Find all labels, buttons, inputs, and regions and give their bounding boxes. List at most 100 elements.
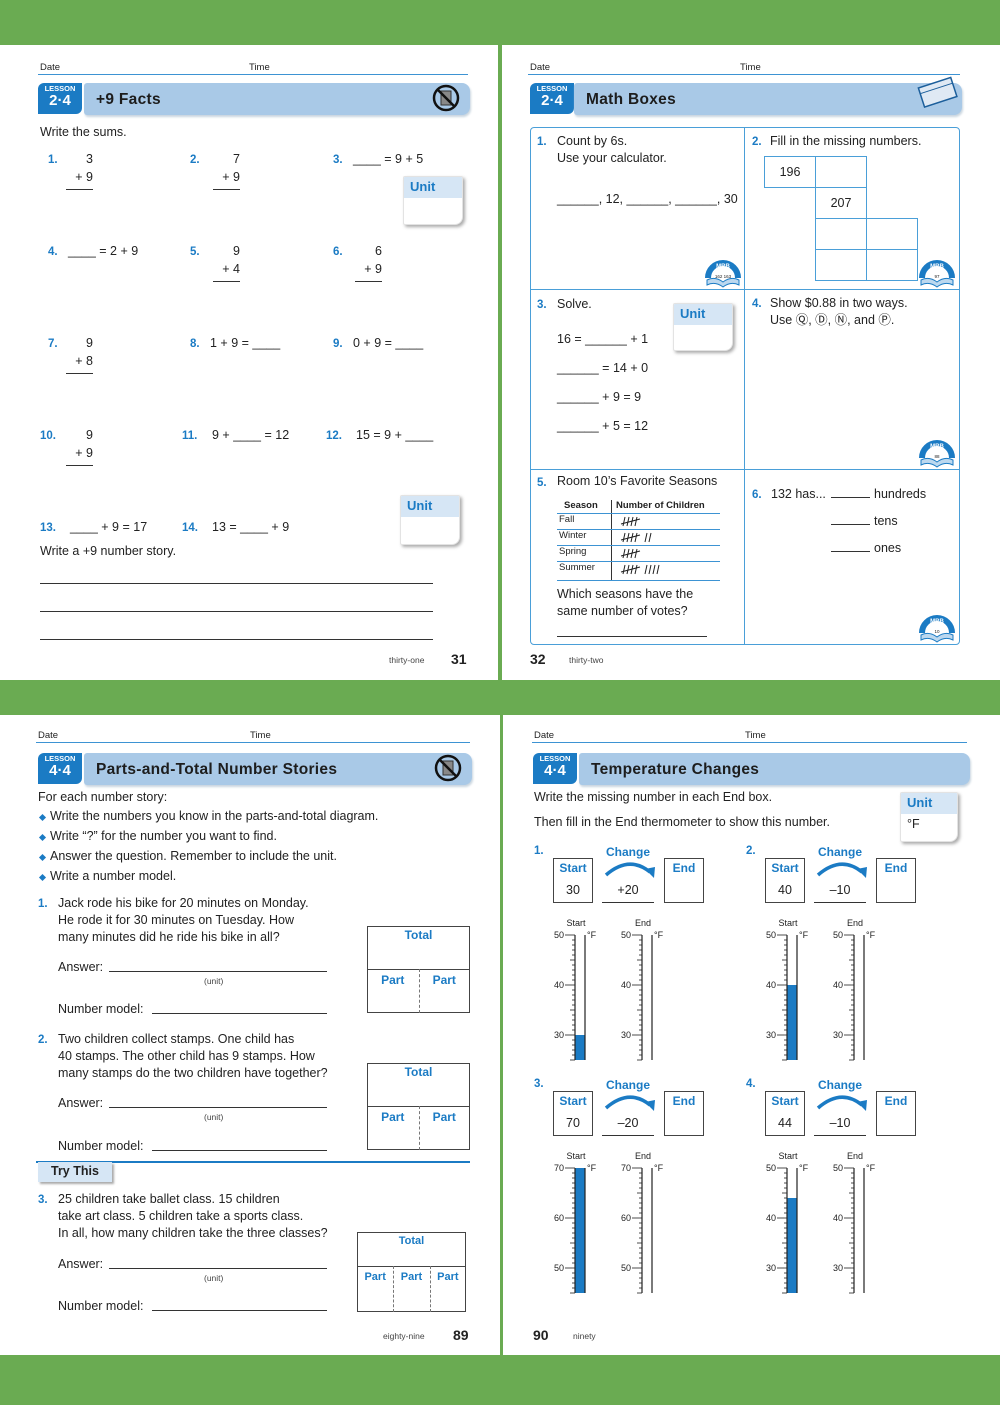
story-line <box>40 611 433 612</box>
page-word: thirty-two <box>569 655 604 665</box>
time-label: Time <box>740 62 761 73</box>
problem-number: 3. <box>534 1078 544 1090</box>
problem-number: 9. <box>333 338 343 350</box>
problem-equation: ____ = 9 + 5 <box>353 152 424 166</box>
addend-bottom: + 9 <box>75 170 93 184</box>
lesson-badge: LESSON 4·4 <box>38 753 82 784</box>
table-header: Season <box>564 500 598 511</box>
table-column-divider <box>611 500 612 580</box>
change-line <box>602 902 654 903</box>
problem-equation: 15 = 9 + ____ <box>356 428 434 442</box>
page-word: ninety <box>573 1331 596 1341</box>
date-time-line <box>36 742 470 743</box>
part-label: Part <box>400 1271 423 1283</box>
addend-bottom: + 9 <box>364 262 382 276</box>
text: 132 has... <box>771 487 826 501</box>
page-number: 90 <box>533 1327 549 1343</box>
problem-number: 1. <box>48 154 58 166</box>
time-label: Time <box>745 730 766 741</box>
instruction-bullet: Write “?” for the number you want to fin… <box>50 829 277 843</box>
start-value: 40 <box>778 883 792 897</box>
number-grid-cell <box>866 249 918 281</box>
problem-number: 10. <box>40 430 56 442</box>
unit-value: °F <box>907 817 920 831</box>
page-word: eighty-nine <box>383 1331 425 1341</box>
number-grid-cell <box>815 249 867 281</box>
start-value: 30 <box>566 883 580 897</box>
place-value-blank <box>831 524 870 525</box>
season-name: Spring <box>559 546 587 557</box>
table-title: Room 10’s Favorite Seasons <box>557 474 718 488</box>
problem-text: many stamps do the two children have tog… <box>58 1066 328 1080</box>
date-time-line <box>528 74 960 75</box>
story-line <box>40 583 433 584</box>
sum-line <box>213 281 240 282</box>
problem-number: 8. <box>190 338 200 350</box>
page-number: 32 <box>530 651 546 667</box>
date-label: Date <box>534 730 555 741</box>
unit-box: Unit <box>673 303 733 351</box>
total-label: Total <box>404 1065 433 1079</box>
number-grid-cell <box>866 218 918 250</box>
problem-number: 3. <box>333 154 343 166</box>
lesson-badge: LESSON 4·4 <box>533 753 577 784</box>
problem-equation: ____ = 2 + 9 <box>68 244 139 258</box>
problem-text: Jack rode his bike for 20 minutes on Mon… <box>58 896 309 910</box>
change-label: Change <box>605 1078 651 1092</box>
change-value: –20 <box>617 1116 639 1130</box>
intro: For each number story: <box>38 790 168 804</box>
problem-number: 12. <box>326 430 342 442</box>
problem-number: 2. <box>746 845 756 857</box>
part-divider <box>418 969 420 1013</box>
unit-hint: (unit) <box>204 976 224 986</box>
end-label: End <box>672 861 696 875</box>
instruction: Write the sums. <box>40 125 127 139</box>
page-number: 31 <box>451 651 467 667</box>
change-value: –10 <box>829 883 851 897</box>
number-model-line <box>152 1310 327 1311</box>
addend-top: 6 <box>375 244 382 258</box>
number-grid-cell: 196 <box>764 156 816 188</box>
place-value-label: hundreds <box>874 487 927 501</box>
problem-number: 5. <box>537 477 547 489</box>
unit-label: Unit <box>401 496 459 517</box>
text: Write the missing number in each End box… <box>534 790 773 804</box>
time-label: Time <box>249 62 270 73</box>
part-divider <box>418 1106 420 1150</box>
place-value-label: ones <box>874 541 902 555</box>
problem-number: 3. <box>38 1194 48 1206</box>
unit-box: Unit <box>403 176 463 225</box>
end-label: End <box>672 1094 696 1108</box>
equation: ______ + 5 = 12 <box>557 419 649 433</box>
lesson-number: 4·4 <box>544 762 566 780</box>
part-label: Part <box>437 1271 459 1283</box>
problem-number: 11. <box>182 430 198 442</box>
addend-top: 9 <box>86 428 93 442</box>
part-label: Part <box>364 1271 386 1283</box>
start-label: Start <box>771 1094 799 1108</box>
sum-line <box>66 373 93 374</box>
problem-number: 2. <box>752 136 762 148</box>
equation: ______ + 9 = 9 <box>557 390 642 404</box>
part-divider <box>429 1266 431 1312</box>
diagram-divider <box>357 1266 466 1267</box>
answer-label: Answer: <box>58 960 104 974</box>
change-value: –10 <box>829 1116 851 1130</box>
addend-top: 3 <box>86 152 93 166</box>
problem-text: Two children collect stamps. One child h… <box>58 1032 295 1046</box>
unit-label: Unit <box>674 304 732 325</box>
change-value: +20 <box>617 883 639 897</box>
date-time-line <box>532 742 967 743</box>
unit-value <box>674 325 732 333</box>
unit-hint: (unit) <box>204 1273 224 1283</box>
text: Solve. <box>557 297 592 311</box>
addend-bottom: + 8 <box>75 354 93 368</box>
part-divider <box>393 1266 395 1312</box>
page-title: Parts-and-Total Number Stories <box>96 761 338 778</box>
total-label: Total <box>404 928 433 942</box>
box-divider <box>530 289 960 290</box>
problem-equation: ____ + 9 = 17 <box>70 520 148 534</box>
season-name: Summer <box>559 562 595 573</box>
problem-number: 3. <box>537 299 547 311</box>
change-line <box>602 1135 654 1136</box>
